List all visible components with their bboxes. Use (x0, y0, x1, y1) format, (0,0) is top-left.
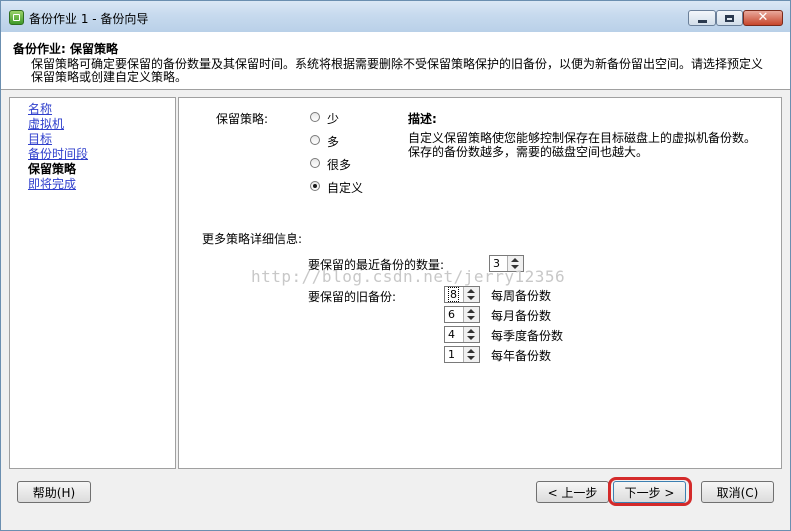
spin-up-icon[interactable] (511, 258, 519, 262)
yearly-backups-label: 每年备份数 (491, 349, 552, 363)
spin-down-icon[interactable] (467, 336, 475, 340)
watermark: http://blog.csdn.net/jerry12356 (251, 267, 566, 286)
radio-few-label[interactable]: 少 (327, 110, 339, 127)
close-button[interactable]: ✕ (743, 10, 783, 26)
wizard-steps-sidebar: 名称 虚拟机 目标 备份时间段 保留策略 即将完成 (9, 97, 176, 469)
app-icon (9, 10, 24, 25)
spin-down-icon[interactable] (467, 296, 475, 300)
quarterly-backups-label: 每季度备份数 (491, 329, 564, 343)
quarterly-backups-spin[interactable] (463, 327, 479, 342)
next-button-highlight (608, 477, 692, 506)
maximize-icon (725, 14, 734, 22)
wizard-header: 备份作业: 保留策略 保留策略可确定要保留的备份数量及其保留时间。系统将根据需要… (1, 32, 790, 90)
close-icon: ✕ (757, 10, 769, 25)
yearly-backups-stepper[interactable]: 1 (444, 346, 480, 363)
radio-custom-label[interactable]: 自定义 (327, 179, 363, 196)
spin-up-icon[interactable] (467, 309, 475, 313)
window-title: 备份作业 1 - 备份向导 (29, 12, 149, 26)
monthly-backups-stepper[interactable]: 6 (444, 306, 480, 323)
monthly-backups-spin[interactable] (463, 307, 479, 322)
help-button[interactable]: 帮助(H) (17, 481, 91, 503)
cancel-button[interactable]: 取消(C) (701, 481, 774, 503)
old-backups-label: 要保留的旧备份: (308, 290, 397, 304)
radio-very-many[interactable] (310, 158, 320, 168)
wizard-window: 备份作业 1 - 备份向导 ✕ 备份作业: 保留策略 保留策略可确定要保留的备份… (0, 0, 791, 531)
spin-down-icon[interactable] (467, 316, 475, 320)
spin-up-icon[interactable] (467, 349, 475, 353)
radio-very-many-label[interactable]: 很多 (327, 156, 351, 173)
sidebar-item-finish[interactable]: 即将完成 (28, 177, 76, 191)
minimize-icon (697, 19, 707, 23)
radio-many-label[interactable]: 多 (327, 133, 339, 150)
monthly-backups-value[interactable]: 6 (448, 308, 455, 321)
yearly-backups-value[interactable]: 1 (448, 348, 455, 361)
description-title: 描述: (408, 112, 437, 126)
spin-down-icon[interactable] (467, 356, 475, 360)
sidebar-item-vm[interactable]: 虚拟机 (28, 117, 64, 131)
page-title: 备份作业: 保留策略 (13, 42, 118, 56)
radio-custom[interactable] (310, 181, 320, 191)
weekly-backups-label: 每周备份数 (491, 289, 552, 303)
radio-many[interactable] (310, 135, 320, 145)
spin-up-icon[interactable] (467, 329, 475, 333)
page-description: 保留策略可确定要保留的备份数量及其保留时间。系统将根据需要删除不受保留策略保护的… (31, 57, 764, 84)
weekly-backups-value[interactable]: 8 (448, 287, 459, 302)
spin-up-icon[interactable] (467, 289, 475, 293)
sidebar-item-name[interactable]: 名称 (28, 102, 52, 116)
maximize-button[interactable] (716, 10, 743, 26)
quarterly-backups-stepper[interactable]: 4 (444, 326, 480, 343)
radio-few[interactable] (310, 112, 320, 122)
description-text: 自定义保留策略使您能够控制保存在目标磁盘上的虚拟机备份数。保存的备份数越多，需要… (408, 131, 757, 159)
quarterly-backups-value[interactable]: 4 (448, 328, 455, 341)
monthly-backups-label: 每月备份数 (491, 309, 552, 323)
policy-label: 保留策略: (216, 112, 269, 126)
weekly-backups-spin[interactable] (463, 287, 479, 302)
minimize-button[interactable] (688, 10, 716, 26)
details-title: 更多策略详细信息: (202, 232, 303, 246)
back-button[interactable]: < 上一步 (536, 481, 609, 503)
title-bar[interactable]: 备份作业 1 - 备份向导 ✕ (1, 1, 790, 33)
sidebar-item-target[interactable]: 目标 (28, 132, 52, 146)
yearly-backups-spin[interactable] (463, 347, 479, 362)
sidebar-item-schedule[interactable]: 备份时间段 (28, 147, 88, 161)
sidebar-item-retention: 保留策略 (28, 162, 77, 176)
weekly-backups-stepper[interactable]: 8 (444, 286, 480, 303)
